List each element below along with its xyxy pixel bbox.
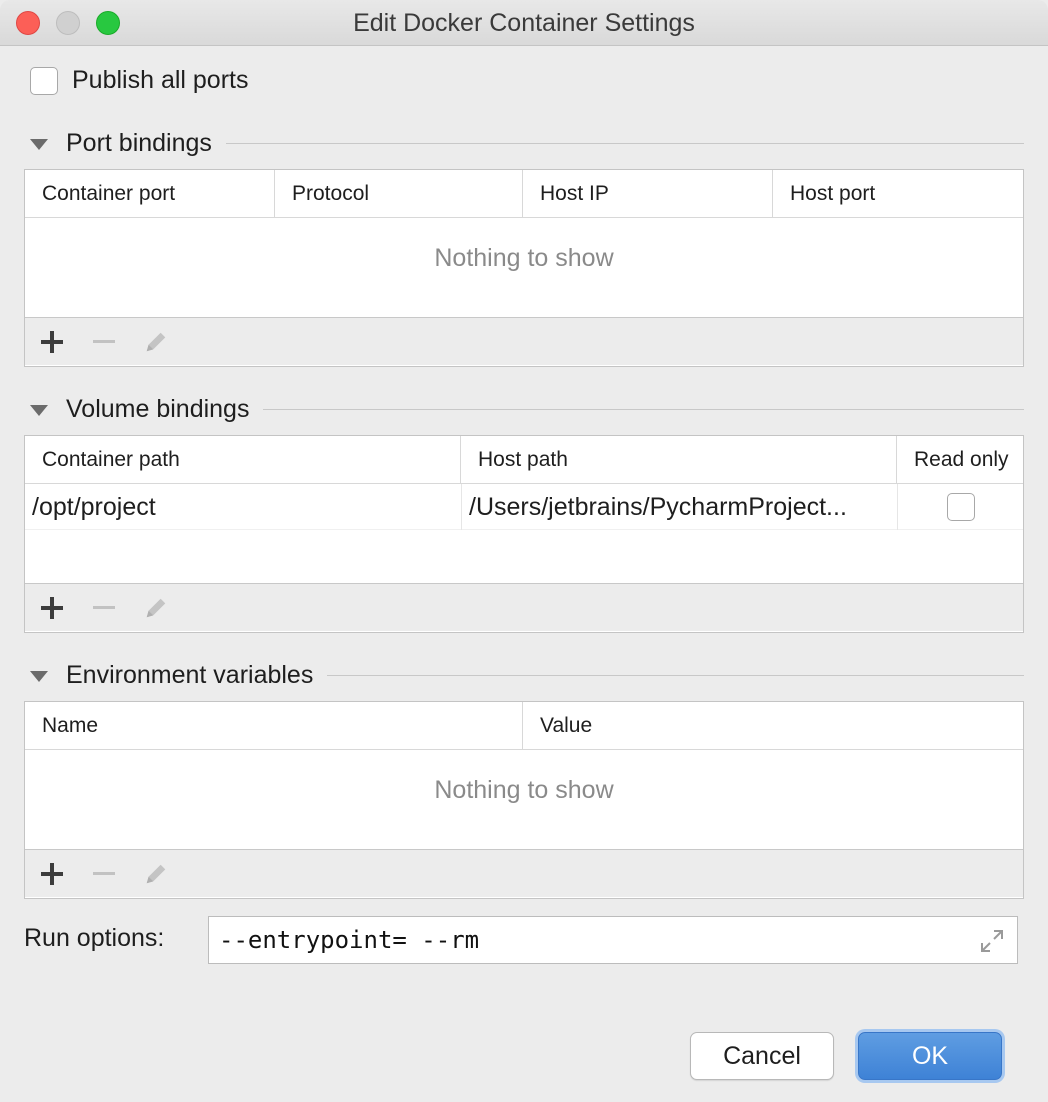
volume-bindings-table: Container path Host path Read only /opt/… [24, 435, 1024, 633]
empty-state-text: Nothing to show [434, 244, 614, 272]
pencil-icon [146, 598, 166, 617]
port-bindings-table-header: Container port Protocol Host IP Host por… [25, 170, 1023, 218]
add-port-button[interactable] [39, 329, 65, 355]
environment-variables-table: Name Value Nothing to show [24, 701, 1024, 899]
edit-variable-button[interactable] [143, 861, 169, 887]
column-header-container-path[interactable]: Container path [25, 436, 461, 484]
volume-bindings-title: Volume bindings [66, 394, 250, 423]
read-only-cell [897, 484, 1023, 530]
minus-icon [93, 872, 115, 875]
volume-bindings-table-header: Container path Host path Read only [25, 436, 1023, 484]
section-divider [225, 142, 1024, 144]
host-path-cell[interactable]: /Users/jetbrains/PycharmProject... [461, 484, 897, 530]
table-row[interactable]: /opt/project /Users/jetbrains/PycharmPro… [25, 484, 1023, 530]
column-header-host-path[interactable]: Host path [461, 436, 897, 484]
column-header-host-ip[interactable]: Host IP [523, 170, 773, 218]
column-header-protocol[interactable]: Protocol [275, 170, 523, 218]
remove-port-button[interactable] [91, 329, 117, 355]
empty-state-text: Nothing to show [434, 776, 614, 804]
add-volume-button[interactable] [39, 595, 65, 621]
port-bindings-table-body[interactable]: Nothing to show [25, 218, 1023, 317]
run-options-value: --entrypoint= --rm [219, 926, 480, 954]
run-options-label: Run options: [24, 924, 165, 952]
port-bindings-toolbar [25, 317, 1023, 365]
collapse-triangle-icon[interactable] [30, 138, 48, 150]
pencil-icon [146, 332, 166, 351]
publish-all-ports-checkbox[interactable] [30, 66, 58, 95]
environment-variables-table-header: Name Value [25, 702, 1023, 750]
column-header-read-only[interactable]: Read only [897, 436, 1023, 484]
edit-port-button[interactable] [143, 329, 169, 355]
plus-icon [41, 862, 63, 885]
collapse-triangle-icon[interactable] [30, 670, 48, 682]
port-bindings-table: Container port Protocol Host IP Host por… [24, 169, 1024, 367]
volume-bindings-toolbar [25, 583, 1023, 631]
environment-variables-header[interactable]: Environment variables [30, 659, 1024, 691]
ok-button[interactable]: OK [858, 1032, 1002, 1080]
environment-variables-title: Environment variables [66, 660, 314, 689]
section-divider [327, 674, 1024, 676]
environment-variables-toolbar [25, 849, 1023, 897]
volume-bindings-table-body[interactable]: /opt/project /Users/jetbrains/PycharmPro… [25, 484, 1023, 583]
cancel-button[interactable]: Cancel [690, 1032, 834, 1080]
port-bindings-header[interactable]: Port bindings [30, 127, 1024, 159]
remove-variable-button[interactable] [91, 861, 117, 887]
publish-all-ports-label: Publish all ports [72, 66, 249, 94]
pencil-icon [146, 864, 166, 883]
remove-volume-button[interactable] [91, 595, 117, 621]
port-bindings-title: Port bindings [66, 128, 212, 157]
edit-volume-button[interactable] [143, 595, 169, 621]
plus-icon [41, 330, 63, 353]
dialog-window: Edit Docker Container Settings Publish a… [0, 0, 1048, 1102]
container-path-cell[interactable]: /opt/project [25, 484, 461, 530]
title-bar: Edit Docker Container Settings [0, 0, 1048, 46]
column-header-name[interactable]: Name [25, 702, 523, 750]
environment-variables-table-body[interactable]: Nothing to show [25, 750, 1023, 849]
window-title: Edit Docker Container Settings [353, 9, 695, 37]
expand-icon[interactable] [979, 928, 1005, 954]
column-header-host-port[interactable]: Host port [773, 170, 1023, 218]
minus-icon [93, 606, 115, 609]
minus-icon [93, 340, 115, 343]
section-divider [263, 408, 1024, 410]
add-variable-button[interactable] [39, 861, 65, 887]
publish-all-ports-row[interactable]: Publish all ports [30, 66, 248, 95]
read-only-checkbox[interactable] [946, 493, 975, 521]
volume-bindings-header[interactable]: Volume bindings [30, 393, 1024, 425]
plus-icon [41, 596, 63, 619]
collapse-triangle-icon[interactable] [30, 404, 48, 416]
column-header-container-port[interactable]: Container port [25, 170, 275, 218]
run-options-input[interactable]: --entrypoint= --rm [208, 916, 1018, 964]
column-header-value[interactable]: Value [523, 702, 1023, 750]
